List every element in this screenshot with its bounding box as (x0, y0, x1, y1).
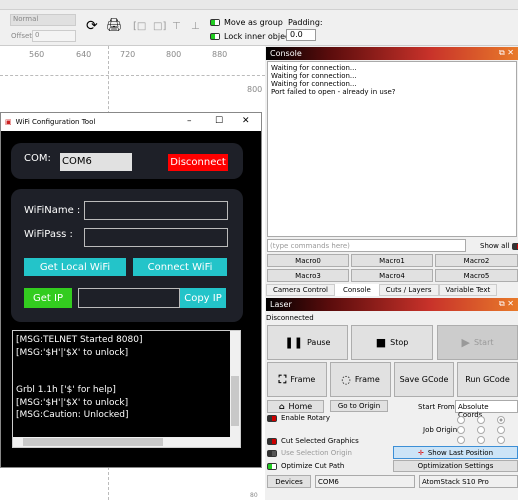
laser-title-bar: Laser ⧉ ✕ (266, 298, 518, 311)
disconnect-button[interactable]: Disconnect (168, 154, 228, 171)
cut-selected-toggle[interactable]: Cut Selected Graphics (267, 437, 359, 445)
run-gcode-button[interactable]: Run GCode (457, 362, 518, 397)
offset-label: Offset (11, 32, 33, 40)
minimize-button[interactable]: – (187, 116, 192, 126)
origin-radio[interactable] (457, 416, 465, 424)
start-button[interactable]: ▶ Start (437, 325, 518, 360)
float-close-icons[interactable]: ⧉ ✕ (499, 48, 514, 58)
print-cut-icon[interactable]: 🖨 (106, 18, 123, 33)
show-last-position-button[interactable]: ✛ Show Last Position (393, 446, 518, 459)
align-right-icon[interactable]: □] (153, 21, 166, 32)
origin-radio[interactable] (497, 426, 505, 434)
origin-radio[interactable] (497, 436, 505, 444)
ruler-side-tick: 800 (247, 85, 263, 94)
com-label: COM: (24, 153, 51, 164)
origin-radio[interactable] (477, 436, 485, 444)
pause-icon: ❚❚ (284, 336, 303, 349)
canvas-grid-h (0, 75, 265, 76)
wifi-name-label: WiFiName : (24, 205, 81, 216)
play-icon: ▶ (461, 336, 470, 349)
origin-radio[interactable] (497, 416, 505, 424)
save-gcode-button[interactable]: Save GCode (394, 362, 454, 397)
maximize-button[interactable]: ☐ (215, 116, 223, 126)
go-to-origin-button[interactable]: Go to Origin (330, 400, 388, 412)
get-ip-button[interactable]: Get IP (24, 288, 72, 308)
float-close-icons[interactable]: ⧉ ✕ (499, 299, 514, 309)
macro-2-button[interactable]: Macro2 (435, 254, 518, 267)
com-select[interactable]: COM6 (60, 153, 132, 171)
show-all-toggle[interactable]: Show all (480, 242, 518, 250)
move-as-group-toggle[interactable]: Move as group (210, 18, 283, 27)
panel-tabs: Camera Control Console Cuts / Layers Var… (266, 284, 498, 296)
log-vertical-scrollbar[interactable] (230, 331, 240, 438)
wifi-pass-input[interactable] (84, 228, 228, 247)
frame-circle-icon: ◌ (341, 373, 351, 386)
devices-button[interactable]: Devices (267, 475, 311, 488)
origin-radio[interactable] (477, 426, 485, 434)
log-horizontal-scrollbar[interactable] (13, 437, 240, 447)
macro-1-button[interactable]: Macro1 (351, 254, 433, 267)
command-input[interactable]: (type commands here) (267, 239, 466, 252)
copy-ip-button[interactable]: Copy IP (180, 288, 226, 308)
stop-button[interactable]: ■ Stop (351, 325, 433, 360)
tab-console[interactable]: Console (335, 284, 379, 296)
wifi-window: ▣ WiFi Configuration Tool – ☐ ✕ COM: COM6… (0, 112, 262, 468)
job-origin-label: Job Origin (423, 426, 458, 434)
macro-4-button[interactable]: Macro4 (351, 269, 433, 282)
macro-5-button[interactable]: Macro5 (435, 269, 518, 282)
stop-icon: ■ (375, 336, 387, 349)
home-icon: ⌂ (278, 402, 285, 411)
log-box: [MSG:TELNET Started 8080] [MSG:'$H'|'$X' … (12, 330, 241, 448)
home-button[interactable]: ⌂ Home (267, 400, 324, 413)
align-bottom-icon[interactable]: ⊥ (191, 21, 200, 32)
tab-variable-text[interactable]: Variable Text (438, 284, 498, 296)
rotate-icon[interactable]: ⟳ (86, 18, 98, 34)
close-button[interactable]: ✕ (242, 116, 250, 126)
device-select[interactable]: AtomStack S10 Pro (419, 475, 518, 488)
crosshair-icon: ✛ (417, 448, 424, 457)
frame-rect-button[interactable]: ⛶ Frame (267, 362, 327, 397)
wifi-name-input[interactable] (84, 201, 228, 220)
offset-input[interactable]: 0 (32, 30, 76, 42)
get-local-wifi-button[interactable]: Get Local WiFi (24, 258, 126, 276)
wifi-pass-label: WiFiPass : (24, 229, 73, 240)
padding-input[interactable]: 0.0 (286, 29, 316, 41)
wifi-title-bar: ▣ WiFi Configuration Tool – ☐ ✕ (1, 113, 261, 131)
align-top-icon[interactable]: ⊤ (172, 21, 181, 32)
use-selection-origin-toggle[interactable]: Use Selection Origin (267, 449, 352, 457)
app-icon: ▣ (5, 118, 12, 126)
console-title-bar: Console ⧉ ✕ (266, 47, 518, 60)
optimization-settings-button[interactable]: Optimization Settings (393, 460, 518, 472)
origin-radio[interactable] (457, 436, 465, 444)
blend-select[interactable]: Normal (10, 14, 76, 26)
tab-camera-control[interactable]: Camera Control (266, 284, 335, 296)
connect-wifi-button[interactable]: Connect WiFi (133, 258, 227, 276)
ruler-bottom-tick: 80 (250, 492, 258, 499)
tab-cuts-layers[interactable]: Cuts / Layers (378, 284, 439, 296)
frame-circle-button[interactable]: ◌ Frame (330, 362, 391, 397)
enable-rotary-toggle[interactable]: Enable Rotary (267, 414, 330, 422)
toolbar: Normal Offset 0 ⟳ 🖨 [□ □] ⊤ ⊥ Move as gr… (0, 0, 518, 46)
origin-radio[interactable] (457, 426, 465, 434)
frame-rect-icon: ⛶ (278, 372, 287, 386)
macro-3-button[interactable]: Macro3 (267, 269, 349, 282)
padding-label: Padding: (288, 18, 323, 27)
origin-radio[interactable] (477, 416, 485, 424)
pause-button[interactable]: ❚❚ Pause (267, 325, 348, 360)
console-output: Waiting for connection... Waiting for con… (267, 61, 517, 237)
lock-inner-toggle[interactable]: Lock inner objects (210, 32, 297, 41)
optimize-cut-path-toggle[interactable]: Optimize Cut Path (267, 462, 344, 470)
laser-status: Disconnected (266, 314, 314, 322)
ip-output[interactable] (78, 288, 180, 308)
macro-0-button[interactable]: Macro0 (267, 254, 349, 267)
align-left-icon[interactable]: [□ (133, 21, 146, 32)
ruler: 560 640 720 800 880 (29, 50, 228, 59)
start-from-select[interactable]: Absolute Coords (455, 400, 518, 419)
start-from-label: Start From: (418, 403, 458, 411)
port-select[interactable]: COM6 (315, 475, 415, 488)
